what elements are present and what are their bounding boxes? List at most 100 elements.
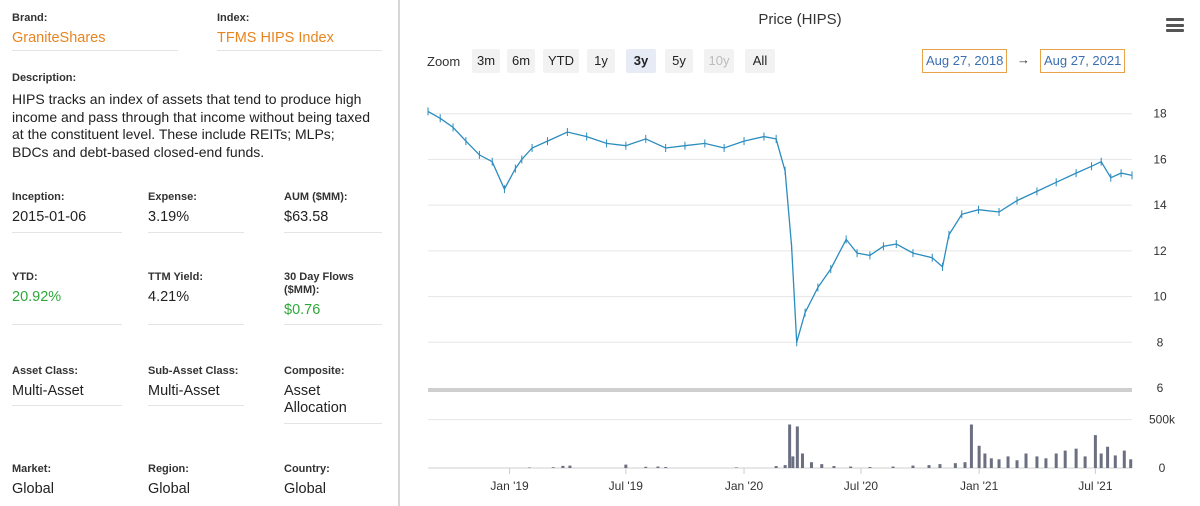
- volume-bar: [1122, 450, 1126, 468]
- expense-underline: [148, 232, 244, 233]
- x-tick-label: Jul '19: [609, 479, 644, 493]
- index-label: Index:: [217, 12, 250, 24]
- brand-underline: [12, 50, 178, 51]
- description-field: Description: HIPS tracks an index of ass…: [12, 72, 372, 161]
- inception-label: Inception:: [12, 191, 65, 203]
- composite-underline: [284, 423, 382, 424]
- volume-bar: [656, 466, 660, 468]
- region-label: Region:: [148, 463, 189, 475]
- sub-asset-class-underline: [148, 405, 244, 406]
- volume-bar: [644, 466, 648, 468]
- expense-label: Expense:: [148, 191, 197, 203]
- flows-value: $0.76: [284, 302, 321, 318]
- flows-field: 30 Day Flows ($MM): $0.76: [284, 271, 374, 319]
- volume-bar: [788, 424, 792, 468]
- x-tick-label: Jan '20: [725, 479, 764, 493]
- index-link[interactable]: TFMS HIPS Index: [217, 30, 334, 47]
- index-field: Index: TFMS HIPS Index: [217, 12, 334, 47]
- volume-bar: [1074, 448, 1078, 468]
- x-tick-label: Jan '21: [960, 479, 999, 493]
- price-tick-label: 14: [1153, 198, 1167, 212]
- volume-bar: [1024, 453, 1028, 468]
- ttm-yield-underline: [148, 324, 244, 325]
- volume-bar: [820, 464, 824, 468]
- description-label: Description:: [12, 72, 77, 84]
- volume-bar: [832, 466, 836, 468]
- price-volume-chart: 6 8 10 12 14 16 18 0 500k Jan '19 Jul '19 Jan '20 J…: [427, 107, 1176, 493]
- price-tick-label: 8: [1157, 335, 1164, 349]
- composite-label: Composite:: [284, 365, 345, 377]
- volume-bar: [938, 464, 942, 468]
- ytd-underline: [12, 324, 122, 325]
- volume-tick-label: 0: [1159, 461, 1166, 475]
- volume-bar: [997, 459, 1001, 468]
- region-value: Global: [148, 481, 190, 497]
- volume-bar: [983, 453, 987, 468]
- chart-separator-bar: [428, 388, 1132, 392]
- ytd-value: 20.92%: [12, 289, 62, 305]
- composite-value: Asset Allocation: [284, 383, 347, 416]
- volume-bar: [953, 463, 957, 468]
- aum-value: $63.58: [284, 209, 329, 225]
- asset-class-label: Asset Class:: [12, 365, 79, 377]
- volume-bar: [795, 426, 799, 468]
- x-tick-label: Jul '21: [1078, 479, 1113, 493]
- volume-bar: [927, 465, 931, 468]
- x-tick-label: Jul '20: [844, 479, 879, 493]
- flows-underline: [284, 324, 382, 325]
- volume-bar: [1054, 453, 1058, 468]
- volume-bar: [1113, 455, 1117, 468]
- volume-bar: [1083, 456, 1087, 468]
- price-tick-label: 12: [1153, 244, 1167, 258]
- brand-link[interactable]: GraniteShares: [12, 30, 106, 47]
- market-value: Global: [12, 481, 54, 497]
- country-value: Global: [284, 481, 326, 497]
- aum-label: AUM ($MM):: [284, 191, 348, 203]
- volume-bar: [1015, 460, 1019, 468]
- volume-bar: [1044, 458, 1048, 468]
- volume-bar: [809, 462, 813, 468]
- volume-bar: [969, 424, 973, 468]
- ttm-yield-value: 4.21%: [148, 289, 190, 305]
- inception-field: Inception: 2015-01-06: [12, 191, 86, 226]
- fund-details-panel: Brand: GraniteShares Index: TFMS HIPS In…: [0, 0, 398, 506]
- volume-bar: [1106, 446, 1110, 468]
- price-tick-label: 6: [1157, 381, 1164, 395]
- volume-bar: [1099, 453, 1103, 468]
- volume-bar: [527, 467, 531, 469]
- volume-bar: [800, 453, 804, 468]
- flows-label: 30 Day Flows ($MM):: [284, 271, 354, 296]
- volume-bar: [1006, 456, 1010, 468]
- volume-bar: [774, 466, 778, 468]
- volume-bar: [868, 467, 872, 468]
- volume-bar: [849, 466, 853, 468]
- volume-bar: [664, 467, 668, 468]
- ytd-label: YTD:: [12, 271, 38, 283]
- sub-asset-class-label: Sub-Asset Class:: [148, 365, 239, 377]
- volume-bar: [1063, 450, 1067, 468]
- volume-bar: [561, 465, 565, 468]
- ytd-field: YTD: 20.92%: [12, 271, 61, 306]
- price-tick-label: 10: [1153, 290, 1167, 304]
- description-text: HIPS tracks an index of assets that tend…: [12, 91, 371, 160]
- region-field: Region: Global: [148, 463, 190, 498]
- asset-class-field: Asset Class: Multi-Asset: [12, 365, 84, 400]
- brand-field: Brand: GraniteShares: [12, 12, 106, 47]
- volume-bar: [977, 445, 981, 468]
- sub-asset-class-field: Sub-Asset Class: Multi-Asset: [148, 365, 238, 400]
- ttm-yield-field: TTM Yield: 4.21%: [148, 271, 203, 306]
- market-field: Market: Global: [12, 463, 54, 498]
- volume-bar: [989, 458, 993, 468]
- volume-bar: [911, 465, 915, 468]
- country-field: Country: Global: [284, 463, 330, 498]
- volume-bar: [624, 464, 628, 468]
- asset-class-underline: [12, 405, 122, 406]
- composite-field: Composite: Asset Allocation: [284, 365, 374, 417]
- price-tick-label: 18: [1153, 107, 1167, 121]
- volume-bar: [891, 466, 895, 468]
- market-label: Market:: [12, 463, 52, 475]
- volume-bar: [551, 467, 555, 468]
- volume-bar: [783, 465, 787, 468]
- x-tick-label: Jan '19: [490, 479, 529, 493]
- price-series-line: [427, 110, 1133, 343]
